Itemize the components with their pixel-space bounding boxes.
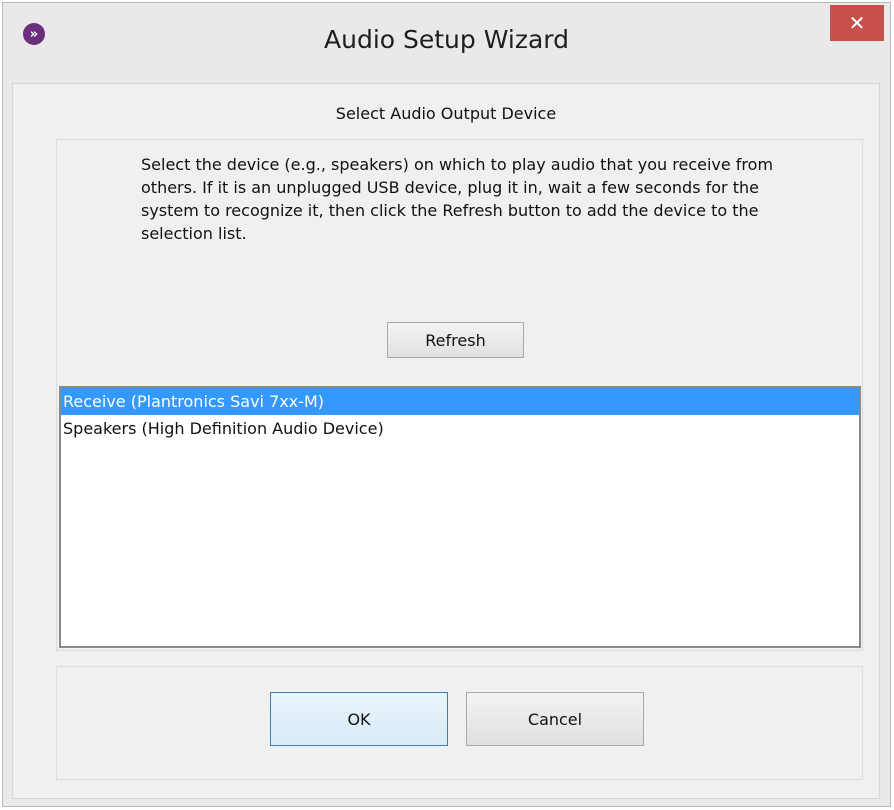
close-icon: ✕ (848, 11, 866, 35)
dialog-button-panel: OK Cancel (56, 666, 863, 780)
close-button[interactable]: ✕ (830, 5, 884, 41)
output-device-list[interactable]: Receive (Plantronics Savi 7xx-M) Speaker… (59, 386, 861, 648)
title-bar[interactable]: » Audio Setup Wizard ✕ (3, 3, 890, 83)
device-list-item[interactable]: Receive (Plantronics Savi 7xx-M) (61, 388, 859, 415)
step-heading: Select Audio Output Device (335, 104, 557, 123)
window-title: Audio Setup Wizard (324, 25, 569, 54)
device-list-item[interactable]: Speakers (High Definition Audio Device) (61, 415, 859, 442)
cancel-button[interactable]: Cancel (466, 692, 644, 746)
dialog-content: Select Audio Output Device Select the de… (12, 83, 880, 799)
instructions-text: Select the device (e.g., speakers) on wh… (141, 155, 774, 243)
refresh-button[interactable]: Refresh (387, 322, 524, 358)
device-selection-panel: Select the device (e.g., speakers) on wh… (56, 139, 863, 651)
ok-button[interactable]: OK (270, 692, 448, 746)
audio-setup-wizard-window: » Audio Setup Wizard ✕ Select Audio Outp… (2, 2, 891, 807)
